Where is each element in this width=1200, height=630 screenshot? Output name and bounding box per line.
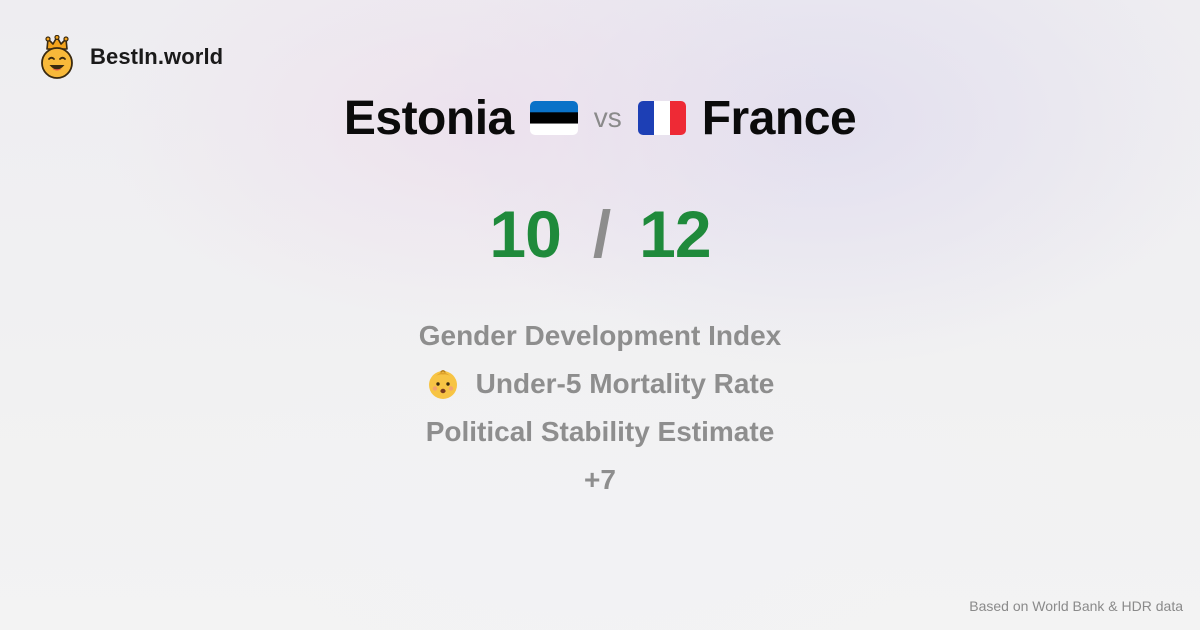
metric-label: Political Stability Estimate (425, 416, 775, 447)
metric-item: Gender Development Index (419, 312, 782, 360)
left-score: 10 (489, 197, 561, 271)
metrics-list: Gender Development Index Under-5 Mortali… (0, 312, 1200, 504)
right-score: 12 (639, 197, 711, 271)
metric-label: Under-5 Mortality Rate (475, 368, 775, 399)
right-country-name: France (701, 91, 857, 145)
score-separator: / (592, 197, 612, 271)
comparison-title: Estonia vs France (0, 88, 1200, 148)
metric-label: Gender Development Index (418, 320, 782, 351)
brand-logo[interactable]: BestIn.world (38, 35, 223, 79)
score-row: 10 / 12 (0, 196, 1200, 272)
metric-item: Political Stability Estimate (426, 408, 775, 456)
estonia-flag-icon (529, 101, 578, 135)
france-flag-icon (637, 101, 686, 135)
crowned-smiley-icon (41, 35, 73, 79)
more-count-label: +7 (584, 464, 616, 495)
more-metrics-count: +7 (584, 456, 616, 504)
left-country-name: Estonia (343, 91, 514, 145)
baby-face-icon (428, 370, 457, 399)
vs-label: vs (593, 102, 622, 133)
data-source-note: Based on World Bank & HDR data (969, 598, 1183, 614)
metric-item: Under-5 Mortality Rate (426, 360, 775, 408)
brand-name: BestIn.world (90, 44, 224, 69)
